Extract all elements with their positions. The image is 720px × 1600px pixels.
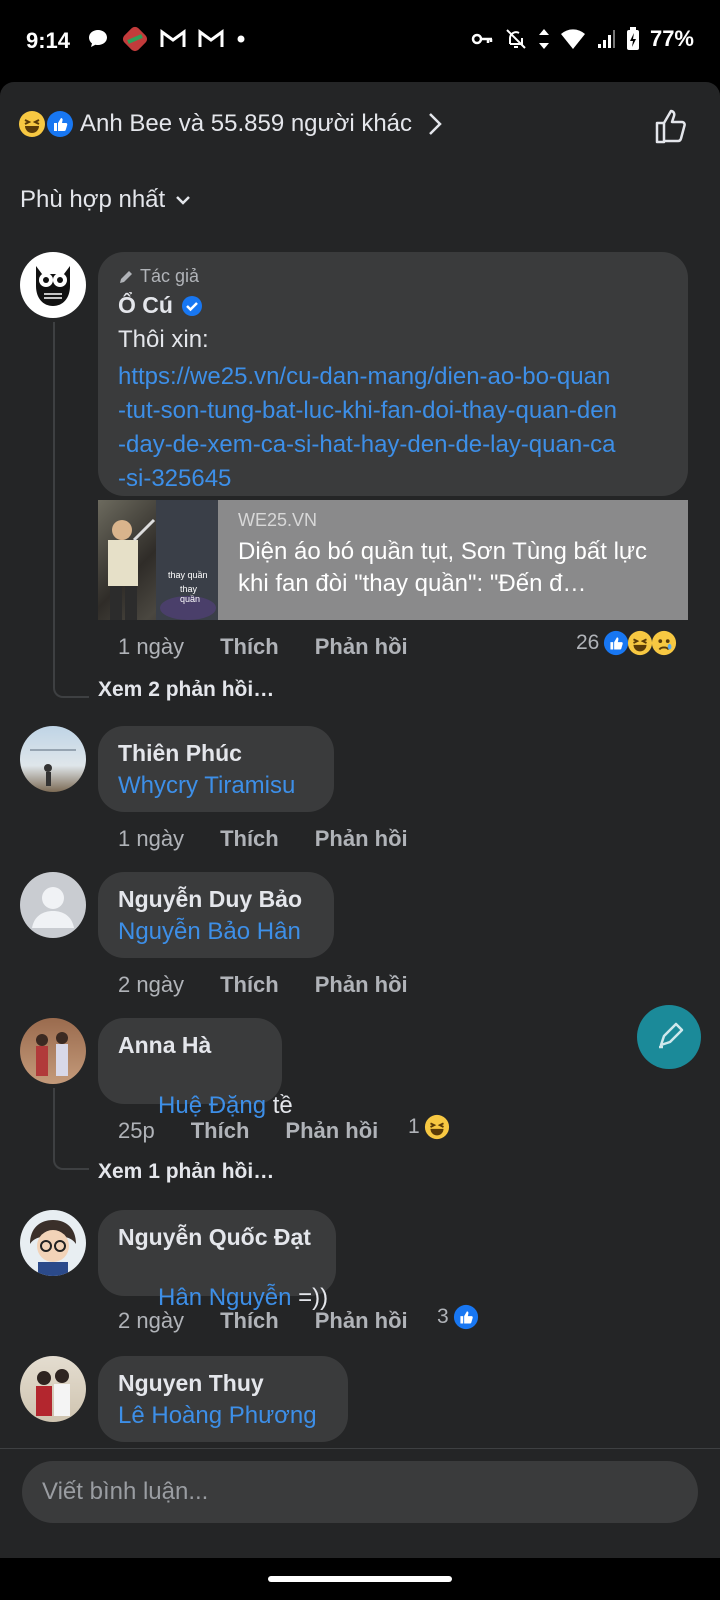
- comment-mention[interactable]: Nguyễn Bảo Hân: [118, 918, 301, 946]
- comment-text: =)): [291, 1284, 329, 1311]
- notifications-off-icon: [506, 29, 526, 49]
- avatar-anna-ha[interactable]: [20, 1018, 86, 1084]
- author-badge: Tác giả: [140, 266, 200, 286]
- comment-actions: 2 ngày Thích Phản hồi: [118, 1308, 408, 1334]
- comment-mention[interactable]: Huệ Đặng: [158, 1092, 266, 1119]
- haha-reaction-icon: [424, 1114, 449, 1140]
- link-preview-source: WE25.VN: [238, 510, 318, 530]
- comment-actions: 25p Thích Phản hồi: [118, 1118, 378, 1144]
- haha-reaction-icon: [628, 630, 653, 656]
- comment-bubble[interactable]: Nguyễn Duy Bảo Nguyễn Bảo Hân: [98, 872, 334, 958]
- reaction-count: 26: [576, 631, 600, 654]
- comments-sheet: Anh Bee và 55.859 người khác Phù hợp nhấ…: [0, 82, 720, 1558]
- pencil-icon: [120, 270, 132, 283]
- comment-author[interactable]: Thiên Phúc: [118, 740, 242, 767]
- chevron-right-icon: [429, 113, 442, 135]
- view-replies-link[interactable]: Xem 1 phản hồi…: [98, 1160, 274, 1184]
- comment-bubble[interactable]: Tác giả Ổ Cú Thôi xin: https://we25.vn/c…: [98, 252, 688, 496]
- sort-label: Phù hợp nhất: [20, 186, 166, 213]
- sad-reaction-icon: [652, 630, 677, 656]
- compose-fab-button[interactable]: [637, 1005, 701, 1069]
- battery-icon: [626, 27, 639, 50]
- comment-bubble[interactable]: Nguyễn Quốc Đạt Hân Nguyễn =)): [98, 1210, 336, 1311]
- comment-time: 1 ngày: [118, 826, 185, 851]
- verified-badge-icon: [181, 295, 202, 316]
- like-link[interactable]: Thích: [191, 1118, 250, 1144]
- comment-author[interactable]: Ổ Cú: [118, 292, 173, 319]
- chevron-down-icon: [176, 196, 191, 205]
- link-preview-card[interactable]: thay quần thay quần WE25.VN Diện áo bó q…: [98, 500, 688, 620]
- comment-author[interactable]: Nguyễn Quốc Đạt: [118, 1224, 311, 1251]
- sort-dropdown[interactable]: Phù hợp nhất: [20, 186, 193, 214]
- like-link[interactable]: Thích: [220, 1308, 279, 1334]
- reply-link[interactable]: Phản hồi: [315, 634, 408, 660]
- comment-author[interactable]: Anna Hà: [118, 1032, 211, 1059]
- battery-percent: 77%: [649, 26, 694, 51]
- more-notifications-dot-icon: [237, 35, 245, 43]
- like-reaction-icon: [453, 1304, 478, 1330]
- reaction-count: 1: [408, 1115, 420, 1138]
- pencil-icon: [659, 1022, 684, 1049]
- comment-author[interactable]: Nguyen Thuy: [118, 1370, 264, 1397]
- comment-author[interactable]: Nguyễn Duy Bảo: [118, 886, 302, 913]
- gesture-navigation-bar: [0, 1558, 720, 1600]
- view-replies-link[interactable]: Xem 2 phản hồi…: [98, 678, 274, 702]
- comment-actions: 1 ngày Thích Phản hồi: [118, 826, 408, 852]
- like-link[interactable]: Thích: [220, 972, 279, 998]
- avatar-nguyen-duy-bao[interactable]: [20, 872, 86, 938]
- comment-mention[interactable]: Whycry Tiramisu: [118, 772, 295, 800]
- avatar-thien-phuc[interactable]: [20, 726, 86, 792]
- status-bar: 9:14 77%: [0, 0, 720, 82]
- haha-reaction-icon: [19, 111, 45, 137]
- data-transfer-icon: [538, 29, 549, 49]
- comment-bubble[interactable]: Anna Hà Huệ Đặng tề: [98, 1018, 293, 1119]
- comment-time: 1 ngày: [118, 634, 185, 659]
- reply-link[interactable]: Phản hồi: [315, 972, 408, 998]
- avatar-o-cu[interactable]: [20, 252, 86, 318]
- link-preview-thumbnail: thay quần thay quần: [98, 500, 218, 620]
- comment-composer: Viết bình luận...: [0, 1448, 720, 1559]
- thread-line: [53, 322, 89, 698]
- comment-time: 2 ngày: [118, 972, 185, 997]
- thread-line: [53, 1088, 89, 1170]
- comment-actions: 2 ngày Thích Phản hồi: [118, 972, 408, 998]
- comment-mention[interactable]: Hân Nguyễn: [158, 1284, 291, 1311]
- chat-bubble-icon: [89, 30, 107, 47]
- signal-icon: [597, 30, 615, 48]
- comment-reactions[interactable]: 26: [576, 630, 677, 656]
- comment-time: 2 ngày: [118, 1308, 185, 1333]
- comment-reactions[interactable]: 3: [437, 1304, 479, 1330]
- comment-link[interactable]: https://we25.vn/cu-dan-mang/dien-ao-bo-q…: [118, 360, 678, 496]
- reply-link[interactable]: Phản hồi: [315, 826, 408, 852]
- comment-mention[interactable]: Lê Hoàng Phương: [118, 1402, 317, 1430]
- gmail-icon-2: [198, 29, 224, 47]
- comment-bubble[interactable]: Nguyen Thuy Lê Hoàng Phương: [98, 1356, 348, 1442]
- comment-input[interactable]: Viết bình luận...: [22, 1461, 698, 1523]
- comment-text: Thôi xin:: [118, 326, 209, 353]
- reply-link[interactable]: Phản hồi: [315, 1308, 408, 1334]
- comment-reactions[interactable]: 1: [408, 1114, 450, 1140]
- link-preview-title: Diện áo bó quần tụt, Sơn Tùng bất lực kh…: [238, 538, 647, 597]
- reply-link[interactable]: Phản hồi: [285, 1118, 378, 1144]
- comment-time: 25p: [118, 1118, 155, 1143]
- home-gesture-handle[interactable]: [268, 1576, 452, 1582]
- reaction-count: 3: [437, 1305, 449, 1328]
- reactions-header[interactable]: Anh Bee và 55.859 người khác: [0, 102, 720, 150]
- avatar-nguyen-quoc-dat[interactable]: [20, 1210, 86, 1276]
- like-outline-button-icon[interactable]: [652, 106, 692, 146]
- reactions-summary-text: Anh Bee và 55.859 người khác: [80, 110, 413, 137]
- avatar-nguyen-thuy[interactable]: [20, 1356, 86, 1422]
- app-notification-icon: [122, 26, 148, 52]
- like-link[interactable]: Thích: [220, 634, 279, 660]
- gmail-icon: [160, 29, 186, 47]
- wifi-icon: [560, 29, 585, 49]
- like-reaction-icon: [47, 111, 73, 137]
- comment-bubble[interactable]: Thiên Phúc Whycry Tiramisu: [98, 726, 334, 812]
- vpn-key-icon: [471, 33, 493, 45]
- like-link[interactable]: Thích: [220, 826, 279, 852]
- comment-text: tề: [266, 1092, 293, 1119]
- comment-actions: 1 ngày Thích Phản hồi: [118, 634, 408, 660]
- like-reaction-icon: [604, 630, 629, 656]
- status-time: 9:14: [26, 28, 71, 53]
